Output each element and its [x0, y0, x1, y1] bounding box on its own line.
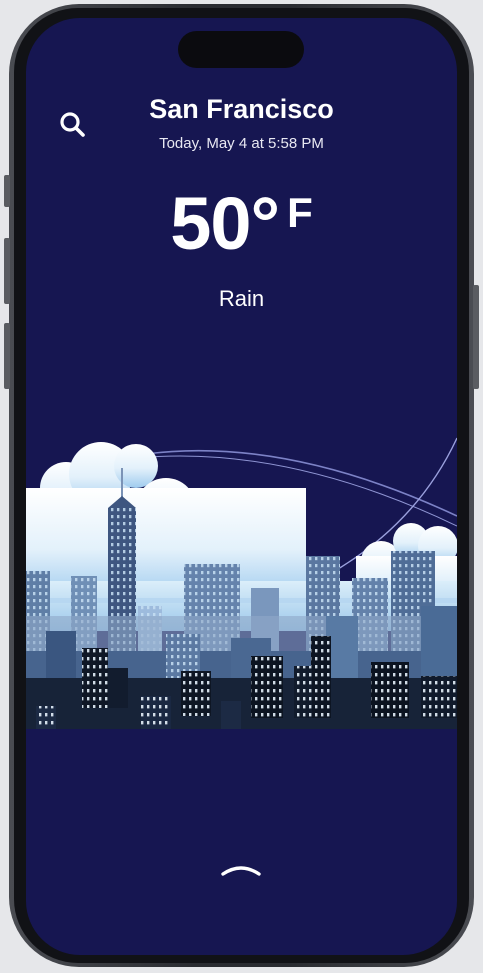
weather-condition: Rain [218, 286, 265, 311]
volume-down-button [4, 323, 10, 389]
chevron-up-icon [221, 866, 261, 876]
app-screen: San Francisco Today, May 4 at 5:58 PM 50… [26, 18, 457, 955]
date-time: Today, May 4 at 5:58 PM [159, 135, 324, 152]
temperature-value: 50° [170, 182, 280, 265]
action-button [4, 175, 10, 207]
city-name: San Francisco [149, 94, 334, 124]
city-skyline-illustration [26, 437, 457, 729]
dynamic-island [178, 31, 304, 68]
expand-forecast-button[interactable] [221, 860, 261, 880]
temperature-unit: F [287, 189, 313, 236]
volume-up-button [4, 238, 10, 304]
temperature-display: 50° F [26, 181, 457, 266]
power-button [473, 285, 479, 389]
